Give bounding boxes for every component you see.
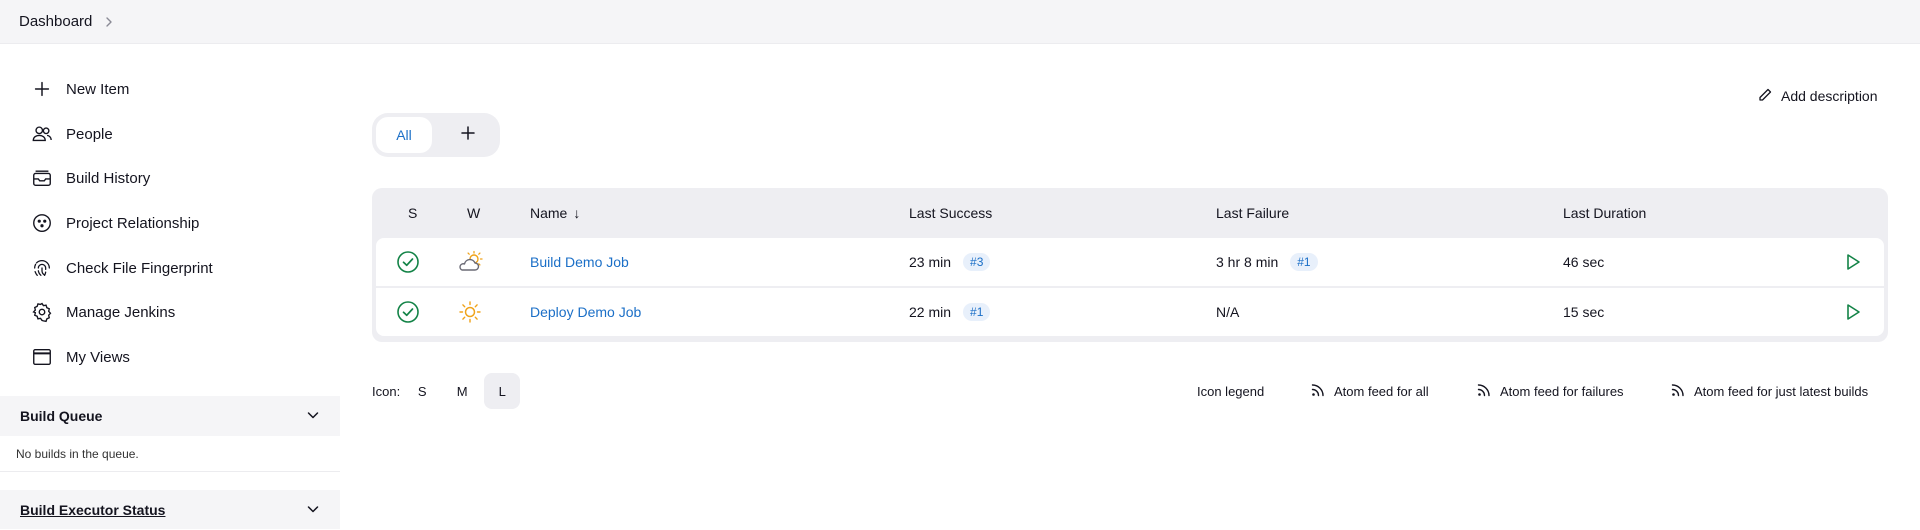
schedule-build-button[interactable]: [1843, 288, 1863, 336]
atom-feed-all-link[interactable]: Atom feed for all: [1310, 381, 1429, 401]
table-row: Deploy Demo Job 22 min #1 N/A 15 sec: [376, 288, 1884, 336]
view-tabs: All: [372, 113, 500, 157]
build-queue-empty: No builds in the queue.: [0, 436, 340, 472]
job-link-deploy-demo-job[interactable]: Deploy Demo Job: [530, 288, 641, 336]
icon-size-l[interactable]: L: [484, 373, 521, 409]
icon-legend-label: Icon legend: [1197, 383, 1265, 399]
column-header-last-duration[interactable]: Last Duration: [1563, 188, 1646, 238]
last-failure-time: 3 hr 8 min: [1216, 254, 1279, 270]
column-header-status[interactable]: S: [408, 188, 417, 238]
build-number-badge[interactable]: #1: [1290, 253, 1318, 271]
sidebar-item-manage-jenkins[interactable]: Manage Jenkins: [30, 294, 320, 330]
sidebar-item-build-history[interactable]: Build History: [30, 160, 320, 196]
column-header-last-success[interactable]: Last Success: [909, 188, 992, 238]
executor-status-header[interactable]: Build Executor Status: [0, 490, 340, 530]
sidebar-item-label: Check File Fingerprint: [66, 259, 213, 277]
gear-icon: [30, 300, 54, 324]
column-header-weather[interactable]: W: [467, 188, 480, 238]
atom-feed-latest-label: Atom feed for just latest builds: [1694, 383, 1869, 399]
play-icon: [1843, 302, 1863, 322]
last-success-time: 23 min: [909, 254, 952, 270]
sidebar-item-project-relationship[interactable]: Project Relationship: [30, 205, 320, 241]
atom-feed-latest-link[interactable]: Atom feed for just latest builds: [1670, 381, 1868, 401]
partly-cloudy-icon[interactable]: [456, 238, 484, 286]
add-description-button[interactable]: Add description: [1757, 84, 1878, 108]
rss-icon: [1670, 382, 1694, 401]
schedule-build-button[interactable]: [1843, 238, 1863, 286]
atom-feed-all-label: Atom feed for all: [1334, 383, 1429, 399]
chevron-right-icon[interactable]: [102, 15, 116, 29]
build-queue-header[interactable]: Build Queue: [0, 396, 340, 436]
pencil-icon: [1757, 87, 1781, 106]
icon-legend-link[interactable]: Icon legend: [1197, 381, 1264, 401]
icon-size-label: Icon:: [372, 383, 401, 399]
plus-icon: [460, 125, 476, 146]
build-history-icon: [30, 166, 54, 190]
job-name[interactable]: Build Demo Job: [530, 254, 629, 270]
build-queue-empty-text: No builds in the queue.: [16, 446, 139, 461]
icon-size-s[interactable]: S: [404, 373, 440, 409]
add-view-button[interactable]: [440, 117, 496, 153]
sidebar-item-label: New Item: [66, 80, 130, 98]
column-header-last-failure[interactable]: Last Failure: [1216, 188, 1289, 238]
sort-arrow-icon: ↓: [573, 205, 581, 221]
sidebar-item-check-file-fingerprint[interactable]: Check File Fingerprint: [30, 250, 320, 286]
sidebar-item-label: My Views: [66, 348, 130, 366]
table-row: Build Demo Job 23 min #3 3 hr 8 min #1 4…: [376, 238, 1884, 286]
success-status-icon[interactable]: [396, 238, 420, 286]
build-number-badge[interactable]: #1: [963, 303, 991, 321]
job-link-build-demo-job[interactable]: Build Demo Job: [530, 238, 629, 286]
atom-feed-failures-link[interactable]: Atom feed for failures: [1476, 381, 1624, 401]
last-success-cell: 22 min #1: [909, 288, 991, 336]
fingerprint-icon: [30, 256, 54, 280]
column-header-name-label: Name: [530, 205, 568, 221]
last-success-time: 22 min: [909, 304, 952, 320]
sidebar-item-label: People: [66, 125, 113, 143]
last-failure-cell: 3 hr 8 min #1: [1216, 238, 1318, 286]
sunny-icon[interactable]: [458, 288, 482, 336]
plus-icon: [30, 77, 54, 101]
job-name[interactable]: Deploy Demo Job: [530, 304, 641, 320]
rss-icon: [1310, 382, 1334, 401]
last-duration-cell: 46 sec: [1563, 254, 1605, 270]
chevron-down-icon[interactable]: [306, 408, 320, 425]
chevron-down-icon[interactable]: [306, 502, 320, 519]
relationship-icon: [30, 211, 54, 235]
executor-status-pane: Build Executor Status: [0, 490, 340, 529]
breadcrumb-dashboard[interactable]: Dashboard: [19, 13, 92, 30]
tab-all[interactable]: All: [376, 117, 432, 153]
add-description-label: Add description: [1781, 88, 1878, 104]
column-header-name[interactable]: Name ↓: [530, 188, 580, 238]
people-icon: [30, 122, 54, 146]
build-queue-pane: Build Queue No builds in the queue.: [0, 396, 340, 472]
play-icon: [1843, 252, 1863, 272]
sidebar-item-people[interactable]: People: [30, 116, 320, 152]
sidebar-item-my-views[interactable]: My Views: [30, 339, 320, 375]
build-queue-title: Build Queue: [20, 408, 103, 424]
last-success-cell: 23 min #3: [909, 238, 991, 286]
executor-status-title[interactable]: Build Executor Status: [20, 502, 165, 518]
sidebar-item-new-item[interactable]: New Item: [30, 71, 320, 107]
sidebar-item-label: Project Relationship: [66, 214, 200, 232]
icon-size-m[interactable]: M: [444, 373, 480, 409]
sidebar-item-label: Manage Jenkins: [66, 303, 176, 321]
icon-size-selector: Icon: S M L: [372, 373, 521, 409]
atom-feed-failures-label: Atom feed for failures: [1500, 383, 1624, 399]
window-icon: [30, 345, 54, 369]
build-number-badge[interactable]: #3: [963, 253, 991, 271]
jobs-table: S W Name ↓ Last Success Last Failure Las…: [372, 188, 1888, 342]
sidebar-item-label: Build History: [66, 169, 151, 187]
breadcrumb: Dashboard: [0, 0, 1920, 44]
last-failure-cell: N/A: [1216, 304, 1240, 320]
last-duration-cell: 15 sec: [1563, 304, 1605, 320]
rss-icon: [1476, 382, 1500, 401]
success-status-icon[interactable]: [396, 288, 420, 336]
